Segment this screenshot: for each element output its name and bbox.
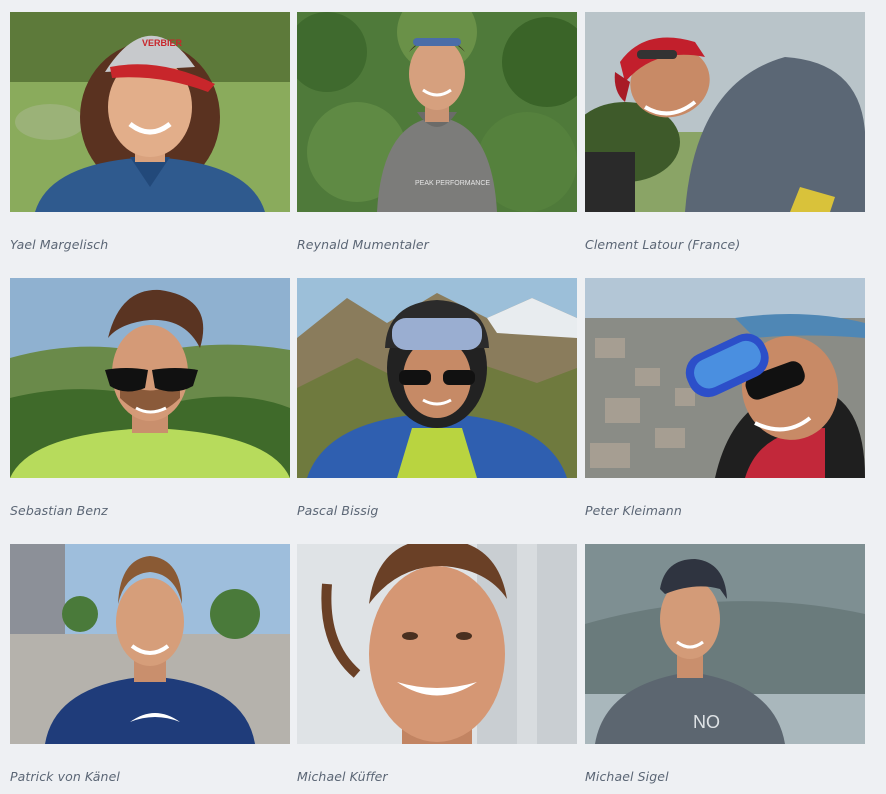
- cap-print: VERBIER: [142, 38, 183, 48]
- team-card[interactable]: Peter Kleimann: [585, 278, 865, 518]
- team-card[interactable]: Patrick von Känel: [10, 544, 290, 784]
- member-photo[interactable]: [10, 278, 290, 478]
- member-photo[interactable]: [585, 278, 865, 478]
- member-photo[interactable]: [297, 544, 577, 744]
- member-name: Yael Margelisch: [10, 237, 109, 252]
- member-name: Reynald Mumentaler: [297, 237, 429, 252]
- team-card[interactable]: NO Michael Sigel: [585, 544, 865, 784]
- member-photo[interactable]: [10, 544, 290, 744]
- member-name: Michael Sigel: [585, 769, 669, 784]
- member-name: Peter Kleimann: [585, 503, 682, 518]
- team-card[interactable]: Michael Küffer: [297, 544, 577, 784]
- member-name: Pascal Bissig: [297, 503, 379, 518]
- team-card[interactable]: Clement Latour (France): [585, 12, 865, 252]
- team-card[interactable]: VERBIER Yael Margelisch: [10, 12, 290, 252]
- member-name: Sebastian Benz: [10, 503, 108, 518]
- member-photo[interactable]: VERBIER: [10, 12, 290, 212]
- team-card[interactable]: Pascal Bissig: [297, 278, 577, 518]
- shirt-print: PEAK PERFORMANCE: [415, 180, 490, 187]
- member-name: Michael Küffer: [297, 769, 388, 784]
- member-photo[interactable]: [585, 12, 865, 212]
- shirt-print: NO: [693, 712, 720, 732]
- member-name: Patrick von Känel: [10, 769, 120, 784]
- team-card[interactable]: PEAK PERFORMANCE Reynald Mumentaler: [297, 12, 577, 252]
- member-photo[interactable]: PEAK PERFORMANCE: [297, 12, 577, 212]
- team-card[interactable]: Sebastian Benz: [10, 278, 290, 518]
- team-grid: VERBIER Yael Margelisch PEAK PERFORMANCE…: [0, 0, 886, 794]
- member-photo[interactable]: [297, 278, 577, 478]
- member-photo[interactable]: NO: [585, 544, 865, 744]
- member-name: Clement Latour (France): [585, 237, 741, 252]
